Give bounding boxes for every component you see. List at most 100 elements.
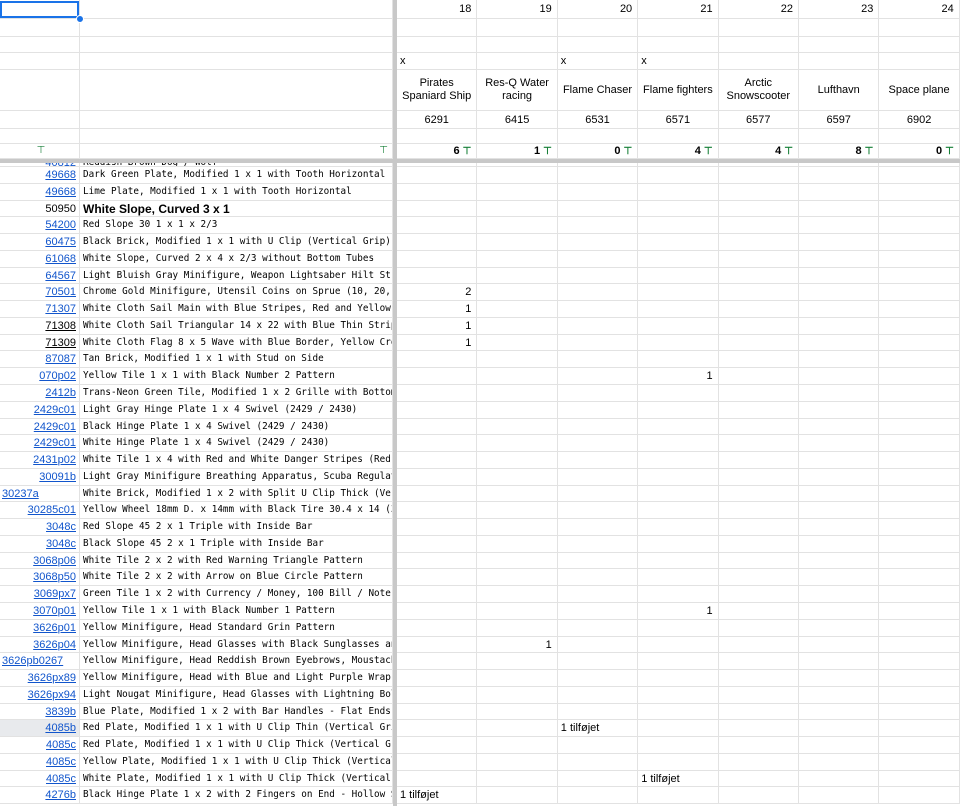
grid-cell[interactable] (477, 485, 558, 503)
grid-cell[interactable] (718, 351, 799, 369)
part-id[interactable]: 3626px94 (28, 689, 76, 701)
grid-cell[interactable] (557, 435, 639, 453)
grid-cell[interactable] (638, 519, 719, 536)
grid-cell[interactable] (718, 485, 799, 503)
grid-cell[interactable] (477, 385, 558, 402)
grid-cell[interactable] (879, 200, 960, 218)
part-id[interactable]: 60475 (45, 236, 76, 248)
grid-cell[interactable] (477, 737, 558, 754)
grid-cell[interactable] (397, 435, 478, 453)
grid-cell[interactable] (557, 519, 639, 536)
part-id[interactable]: 4085c (46, 773, 76, 785)
filter-icon[interactable]: ⊤ (704, 146, 713, 157)
grid-cell[interactable] (397, 636, 478, 654)
grid-cell[interactable] (799, 586, 880, 604)
grid-cell[interactable] (397, 234, 478, 251)
grid-cell[interactable]: 2429c01 (0, 401, 80, 419)
grid-cell[interactable] (879, 401, 960, 419)
grid-cell[interactable]: 4085b (0, 720, 80, 738)
grid-cell[interactable] (718, 686, 799, 704)
grid-cell[interactable] (799, 653, 880, 671)
grid-cell[interactable] (879, 485, 960, 503)
grid-cell[interactable] (638, 19, 719, 37)
grid-cell[interactable] (397, 401, 478, 419)
grid-cell[interactable] (80, 53, 393, 70)
grid-cell[interactable] (879, 535, 960, 553)
frozen-row-divider[interactable] (0, 159, 960, 163)
grid-cell[interactable] (638, 234, 719, 251)
grid-cell[interactable] (718, 217, 799, 235)
grid-cell[interactable] (799, 535, 880, 553)
grid-cell[interactable] (879, 653, 960, 671)
grid-cell[interactable] (718, 753, 799, 771)
grid-cell[interactable] (718, 502, 799, 520)
grid-cell[interactable] (397, 502, 478, 520)
grid-cell[interactable] (879, 753, 960, 771)
grid-cell[interactable] (477, 217, 558, 235)
grid-cell[interactable]: 60475 (0, 234, 80, 251)
grid-cell[interactable] (638, 468, 719, 486)
grid-cell[interactable] (557, 586, 639, 604)
grid-cell[interactable] (879, 418, 960, 436)
selected-cell[interactable] (0, 1, 79, 18)
grid-cell[interactable]: 2431p02 (0, 452, 80, 469)
grid-cell[interactable] (397, 552, 478, 570)
part-id[interactable]: 61068 (45, 253, 76, 265)
grid-cell[interactable]: Flame Chaser (557, 70, 639, 111)
grid-cell[interactable] (477, 301, 558, 318)
grid-cell[interactable]: Yellow Tile 1 x 1 with Black Number 1 Pa… (80, 603, 393, 620)
part-id[interactable]: 3069px7 (34, 588, 76, 600)
grid-cell[interactable] (557, 703, 639, 721)
grid-cell[interactable]: 21 (638, 0, 719, 19)
grid-cell[interactable] (477, 720, 558, 738)
grid-cell[interactable]: Black Brick, Modified 1 x 1 with U Clip … (80, 234, 393, 251)
grid-cell[interactable]: 3070p01 (0, 603, 80, 620)
grid-cell[interactable]: Red Slope 30 1 x 1 x 2/3 (80, 217, 393, 235)
grid-cell[interactable] (477, 603, 558, 620)
grid-cell[interactable]: ⊤ (0, 144, 80, 159)
grid-cell[interactable] (638, 217, 719, 235)
grid-cell[interactable] (477, 53, 558, 70)
grid-cell[interactable] (879, 167, 960, 184)
fill-handle[interactable] (76, 15, 84, 23)
grid-cell[interactable] (557, 250, 639, 268)
grid-cell[interactable] (718, 619, 799, 637)
grid-cell[interactable]: 3069px7 (0, 586, 80, 604)
grid-cell[interactable]: 71308 (0, 317, 80, 335)
grid-cell[interactable] (799, 468, 880, 486)
grid-cell[interactable] (477, 37, 558, 53)
grid-cell[interactable]: 1 ⊤ (477, 144, 558, 159)
grid-cell[interactable] (718, 200, 799, 218)
grid-cell[interactable] (80, 129, 393, 144)
filter-icon[interactable]: ⊤ (784, 146, 793, 157)
grid-cell[interactable] (799, 636, 880, 654)
part-id[interactable]: 49668 (45, 186, 76, 198)
grid-cell[interactable] (638, 552, 719, 570)
grid-cell[interactable] (397, 37, 478, 53)
grid-cell[interactable]: x (557, 53, 639, 70)
grid-cell[interactable] (557, 301, 639, 318)
grid-cell[interactable]: 1 tilføjet (638, 770, 719, 788)
part-id[interactable]: 49668 (45, 169, 76, 181)
grid-cell[interactable]: 6902 (879, 111, 960, 129)
grid-cell[interactable] (799, 435, 880, 453)
grid-cell[interactable]: ⊤ (80, 144, 393, 159)
grid-cell[interactable]: 49668 (0, 167, 80, 184)
grid-cell[interactable] (477, 586, 558, 604)
part-id[interactable]: 71307 (45, 303, 76, 315)
grid-cell[interactable] (477, 519, 558, 536)
grid-cell[interactable] (638, 452, 719, 469)
grid-cell[interactable] (397, 19, 478, 37)
grid-cell[interactable]: Yellow Tile 1 x 1 with Black Number 2 Pa… (80, 368, 393, 385)
grid-cell[interactable] (638, 351, 719, 369)
grid-cell[interactable]: 30237a (0, 485, 80, 503)
grid-cell[interactable]: White Tile 2 x 2 with Red Warning Triang… (80, 552, 393, 570)
grid-cell[interactable] (718, 535, 799, 553)
grid-cell[interactable]: White Tile 2 x 2 with Arrow on Blue Circ… (80, 569, 393, 587)
grid-cell[interactable] (477, 468, 558, 486)
part-id[interactable]: 2412b (45, 387, 76, 399)
part-id[interactable]: 30285c01 (28, 504, 76, 516)
grid-cell[interactable] (477, 129, 558, 144)
grid-cell[interactable] (879, 636, 960, 654)
grid-cell[interactable]: Flame fighters (638, 70, 719, 111)
